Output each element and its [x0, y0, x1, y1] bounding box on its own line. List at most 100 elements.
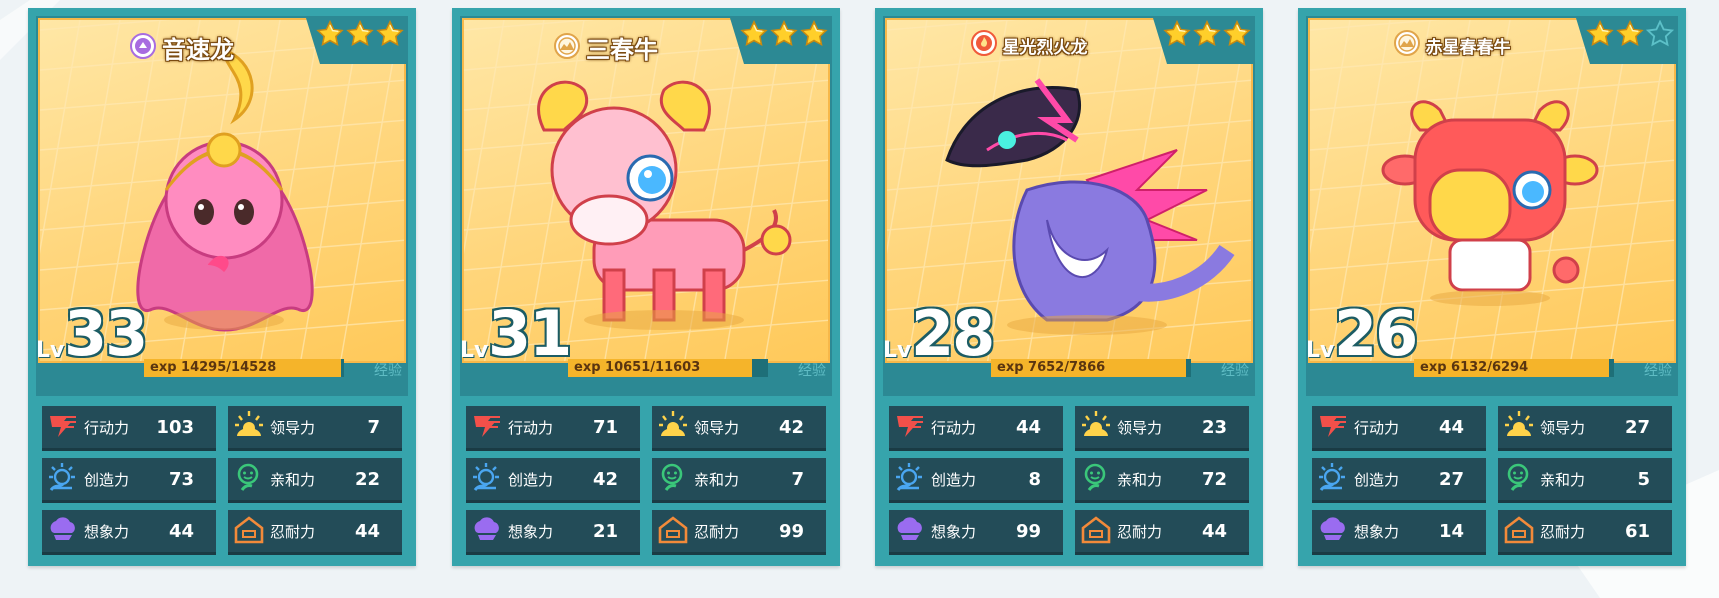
action-icon [42, 408, 80, 446]
stat-value: 44 [168, 520, 194, 542]
leadership-icon [1075, 408, 1113, 446]
stat-row: 想象力 14 [1312, 510, 1486, 552]
exp-text: exp 14295/14528 [150, 360, 276, 375]
action-icon [889, 408, 927, 446]
stat-value: 44 [1201, 520, 1227, 542]
exp-prefix: exp [574, 360, 601, 375]
stat-label: 亲和力 [694, 470, 740, 489]
stat-row: 行动力 103 [42, 406, 216, 448]
stat-label: 想象力 [931, 522, 977, 541]
stat-value: 44 [354, 520, 380, 542]
affinity-icon [228, 460, 266, 498]
stat-row: 创造力 8 [889, 458, 1063, 500]
stat-value: 71 [592, 416, 618, 438]
exp-value: 14295/14528 [181, 360, 277, 375]
imagination-icon [889, 512, 927, 550]
exp-prefix: exp [997, 360, 1024, 375]
creature-name: 音速龙 [162, 36, 234, 64]
stat-value: 44 [1015, 416, 1041, 438]
exp-bar: exp 6132/6294 [1414, 359, 1614, 377]
stat-row: 忍耐力 44 [1075, 510, 1249, 552]
exp-tag: 经验 [1221, 363, 1249, 379]
affinity-icon [1075, 460, 1113, 498]
stat-label: 忍耐力 [694, 522, 740, 541]
stat-row: 想象力 44 [42, 510, 216, 552]
imagination-icon [1312, 512, 1350, 550]
stat-value: 99 [1015, 520, 1041, 542]
stat-label: 忍耐力 [1117, 522, 1163, 541]
name-badge: 赤星春春牛 [1298, 30, 1686, 60]
imagination-icon [42, 512, 80, 550]
creativity-icon [42, 460, 80, 498]
imagination-icon [466, 512, 504, 550]
stat-value: 73 [168, 468, 194, 490]
stat-label: 创造力 [931, 470, 977, 489]
stat-row: 创造力 27 [1312, 458, 1486, 500]
stat-label: 创造力 [1354, 470, 1400, 489]
pet-card[interactable]: 三春牛 Lv 31 exp 10651/11603 经验 行动力 71 领导力 42 创造力 42 亲… [452, 8, 840, 566]
stat-row: 亲和力 72 [1075, 458, 1249, 500]
stat-label: 忍耐力 [270, 522, 316, 541]
creativity-icon [466, 460, 504, 498]
stat-label: 领导力 [694, 418, 740, 437]
stat-label: 领导力 [1117, 418, 1163, 437]
stat-label: 想象力 [1354, 522, 1400, 541]
stat-value: 23 [1201, 416, 1227, 438]
stat-value: 42 [592, 468, 618, 490]
stat-label: 想象力 [508, 522, 554, 541]
stat-value: 7 [791, 468, 804, 490]
stat-value: 14 [1438, 520, 1464, 542]
earth-element-icon [1393, 30, 1420, 60]
leadership-icon [1498, 408, 1536, 446]
exp-tag: 经验 [798, 363, 826, 379]
stat-row: 忍耐力 61 [1498, 510, 1672, 552]
stat-row: 亲和力 5 [1498, 458, 1672, 500]
stat-value: 42 [778, 416, 804, 438]
stats-grid: 行动力 44 领导力 27 创造力 27 亲和力 5 想象力 14 忍耐力 61 [1312, 406, 1672, 552]
stat-label: 亲和力 [1540, 470, 1586, 489]
leadership-icon [228, 408, 266, 446]
pet-card[interactable]: 赤星春春牛 Lv 26 exp 6132/6294 经验 行动力 44 领导力 27 创造力 27 亲… [1298, 8, 1686, 566]
exp-text: exp 10651/11603 [574, 360, 700, 375]
stat-row: 行动力 44 [889, 406, 1063, 448]
stat-row: 领导力 27 [1498, 406, 1672, 448]
stat-value: 103 [156, 416, 194, 438]
stat-row: 领导力 7 [228, 406, 402, 448]
stat-row: 想象力 21 [466, 510, 640, 552]
stat-label: 创造力 [508, 470, 554, 489]
pet-card[interactable]: 音速龙 Lv 33 exp 14295/14528 经验 行动力 103 领导力 7 创造力 73 亲… [28, 8, 416, 566]
stats-grid: 行动力 71 领导力 42 创造力 42 亲和力 7 想象力 21 忍耐力 99 [466, 406, 826, 552]
stat-value: 99 [778, 520, 804, 542]
stat-label: 想象力 [84, 522, 130, 541]
stat-row: 想象力 99 [889, 510, 1063, 552]
stat-label: 创造力 [84, 470, 130, 489]
stat-row: 领导力 23 [1075, 406, 1249, 448]
stats-grid: 行动力 44 领导力 23 创造力 8 亲和力 72 想象力 99 忍耐力 44 [889, 406, 1249, 552]
level-label: Lv [460, 338, 489, 363]
creature-red-star-ox [1381, 100, 1599, 306]
exp-text: exp 7652/7866 [997, 360, 1105, 375]
stat-row: 创造力 42 [466, 458, 640, 500]
action-icon [466, 408, 504, 446]
endurance-icon [1498, 512, 1536, 550]
exp-tag: 经验 [374, 363, 402, 379]
stat-row: 忍耐力 99 [652, 510, 826, 552]
endurance-icon [652, 512, 690, 550]
stat-label: 行动力 [84, 418, 130, 437]
creativity-icon [1312, 460, 1350, 498]
stat-value: 61 [1624, 520, 1650, 542]
stat-value: 8 [1028, 468, 1041, 490]
name-badge: 三春牛 [452, 30, 840, 65]
stat-label: 领导力 [270, 418, 316, 437]
stat-label: 行动力 [931, 418, 977, 437]
pet-card[interactable]: 星光烈火龙 Lv 28 exp 7652/7866 经验 行动力 44 领导力 23 创造力 8 亲和… [875, 8, 1263, 566]
exp-prefix: exp [1420, 360, 1447, 375]
earth-element-icon [554, 32, 580, 63]
stat-label: 行动力 [508, 418, 554, 437]
stat-value: 44 [1438, 416, 1464, 438]
creativity-icon [889, 460, 927, 498]
sound-element-icon [130, 32, 156, 63]
creature-name: 星光烈火龙 [1002, 37, 1088, 58]
level-number: 26 [1334, 297, 1418, 370]
stat-value: 5 [1637, 468, 1650, 490]
